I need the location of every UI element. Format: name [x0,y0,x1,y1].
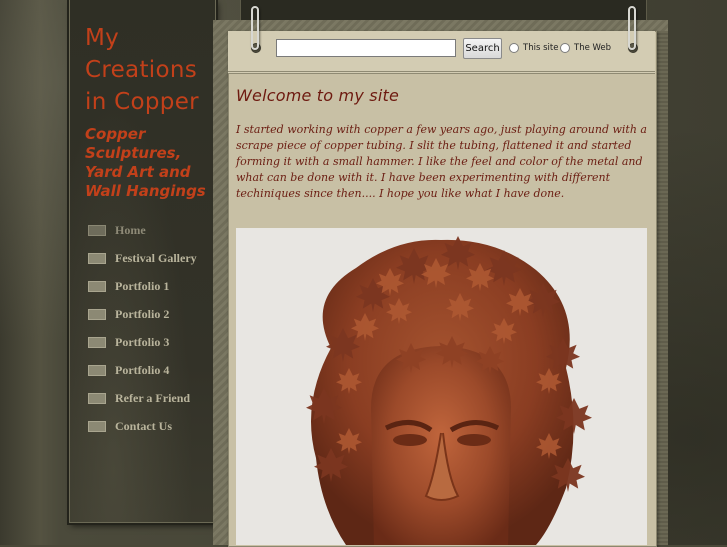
nav-item-label: Contact Us [115,418,172,433]
radio-the-web-label: The Web [574,43,612,53]
site-title: My Creations in Copper [85,25,199,115]
welcome-heading: Welcome to my site [236,86,399,105]
nav-item-label: Refer a Friend [115,390,191,405]
nav-item-label: Home [115,222,146,237]
nav-bullet-icon [88,308,106,320]
search-button[interactable]: Search [463,38,502,59]
nav-item-portfolio-1[interactable]: Portfolio 1 [88,272,208,300]
nav-bullet-icon [88,280,106,292]
nav-item-contact-us[interactable]: Contact Us [88,412,208,440]
nav-bullet-icon [88,364,106,376]
main-navigation: Home Festival Gallery Portfolio 1 Portfo… [88,216,208,440]
radio-the-web[interactable] [560,43,570,53]
radio-this-site-label: This site [523,43,559,53]
nav-item-refer-a-friend[interactable]: Refer a Friend [88,384,208,412]
copper-mask-image [236,228,647,545]
nav-item-label: Portfolio 3 [115,334,170,349]
nav-item-portfolio-3[interactable]: Portfolio 3 [88,328,208,356]
nav-item-portfolio-2[interactable]: Portfolio 2 [88,300,208,328]
nav-bullet-icon [88,420,106,432]
nav-item-festival-gallery[interactable]: Festival Gallery [88,244,208,272]
nav-item-label: Portfolio 2 [115,306,170,321]
intro-paragraph: I started working with copper a few year… [236,123,647,200]
nav-bullet-icon [88,336,106,348]
search-input[interactable] [276,39,456,57]
nav-bullet-icon [88,252,106,264]
binder-ring-right-icon [628,6,636,50]
binder-ring-left-icon [251,6,259,50]
nav-item-home[interactable]: Home [88,216,208,244]
nav-item-portfolio-4[interactable]: Portfolio 4 [88,356,208,384]
nav-bullet-icon [88,224,106,236]
radio-this-site[interactable] [509,43,519,53]
nav-item-label: Festival Gallery [115,250,197,265]
nav-item-label: Portfolio 4 [115,362,170,377]
site-tagline: Copper Sculptures, Yard Art and Wall Han… [85,125,206,200]
nav-bullet-icon [88,392,106,404]
nav-item-label: Portfolio 1 [115,278,170,293]
